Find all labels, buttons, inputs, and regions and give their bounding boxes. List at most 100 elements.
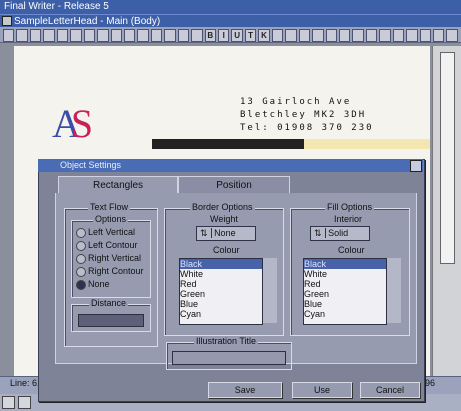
toolbar-button[interactable]: [298, 29, 311, 42]
text-flow-label: Text Flow: [88, 202, 131, 212]
text-button[interactable]: T: [244, 29, 257, 42]
border-colour-list[interactable]: Black White Red Green Blue Cyan: [179, 258, 263, 325]
weight-cycle-button[interactable]: ⇅ None: [196, 226, 256, 241]
kern-button[interactable]: K: [258, 29, 270, 42]
fill-colour-list[interactable]: Black White Red Green Blue Cyan: [303, 258, 387, 325]
toolbar-button[interactable]: [406, 29, 418, 42]
toolbar-button[interactable]: [312, 29, 324, 42]
toolbar-button[interactable]: [29, 29, 42, 42]
distance-label: Distance: [89, 298, 129, 308]
list-item[interactable]: Green: [180, 289, 262, 299]
italic-button[interactable]: I: [218, 29, 230, 42]
radio-left-contour[interactable]: Left Contour: [76, 239, 144, 252]
list-item[interactable]: Cyan: [180, 309, 262, 319]
radio-icon: [76, 227, 86, 238]
close-gadget-icon[interactable]: [2, 16, 12, 26]
border-options-label: Border Options: [190, 202, 255, 212]
border-list-scrollbar[interactable]: [262, 258, 277, 323]
decorative-bar: [304, 139, 430, 149]
address-line: Tel: 01908 370 230: [240, 123, 374, 133]
toolbar-button[interactable]: [164, 29, 176, 42]
toolbar-button[interactable]: [325, 29, 337, 42]
toolbar-button[interactable]: [97, 29, 109, 42]
toolbar-button[interactable]: [419, 29, 431, 42]
bold-button[interactable]: B: [204, 29, 216, 42]
app-title-bar[interactable]: Final Writer - Release 5: [0, 0, 461, 14]
toolbar-button[interactable]: [285, 29, 297, 42]
illustration-title-label: Illustration Title: [194, 336, 259, 346]
fill-colour-label: Colour: [336, 245, 367, 255]
tab-position[interactable]: Position: [178, 176, 290, 194]
document-title-bar[interactable]: SampleLetterHead - Main (Body): [0, 14, 461, 27]
address-line: Bletchley MK2 3DH: [240, 110, 367, 120]
list-item[interactable]: Blue: [180, 299, 262, 309]
logo-letter-s: S: [70, 101, 94, 146]
underline-button[interactable]: U: [231, 29, 243, 42]
toolbar-button[interactable]: [379, 29, 391, 42]
list-item[interactable]: Red: [180, 279, 262, 289]
radio-right-contour[interactable]: Right Contour: [76, 265, 144, 278]
document-title: SampleLetterHead - Main (Body): [14, 16, 161, 27]
save-button[interactable]: Save: [208, 382, 282, 398]
tab-rectangles[interactable]: Rectangles: [58, 176, 178, 194]
toolbar-button[interactable]: [177, 29, 190, 42]
toolbar-button[interactable]: [392, 29, 405, 42]
cycle-icon: ⇅: [197, 228, 212, 238]
list-item[interactable]: Black: [180, 259, 262, 269]
distance-field[interactable]: [78, 314, 144, 327]
toolbar-button[interactable]: [365, 29, 378, 42]
bottom-buttons: [2, 396, 31, 409]
fill-list-scrollbar[interactable]: [386, 258, 401, 323]
address-line: 13 Gairloch Ave: [240, 97, 352, 107]
toolbar-button[interactable]: [150, 29, 163, 42]
list-item[interactable]: Blue: [304, 299, 386, 309]
toolbar-button[interactable]: [3, 29, 15, 42]
cancel-button[interactable]: Cancel: [360, 382, 420, 398]
use-button[interactable]: Use: [292, 382, 352, 398]
arrow-left-icon[interactable]: [2, 396, 15, 409]
toolbar-button[interactable]: [110, 29, 122, 42]
toolbar-button[interactable]: [352, 29, 364, 42]
toolbar-button[interactable]: [83, 29, 96, 42]
address-block: 13 Gairloch Ave Bletchley MK2 3DH Tel: 0…: [240, 96, 374, 135]
dialog-depth-icon[interactable]: [410, 160, 422, 172]
toolbar-button[interactable]: [137, 29, 149, 42]
interior-cycle-button[interactable]: ⇅ Solid: [310, 226, 370, 241]
toolbar-button[interactable]: [446, 29, 458, 42]
radio-left-vertical[interactable]: Left Vertical: [76, 226, 144, 239]
toolbar-button[interactable]: [191, 29, 203, 42]
toolbar-button[interactable]: [70, 29, 82, 42]
toolbar-button[interactable]: [16, 29, 28, 42]
scrollbar-thumb[interactable]: [440, 52, 455, 264]
border-colour-label: Colour: [211, 245, 242, 255]
list-item[interactable]: Black: [304, 259, 386, 269]
toolbar-button[interactable]: [271, 29, 284, 42]
weight-label: Weight: [208, 214, 240, 224]
radio-icon: [76, 240, 86, 251]
fill-options-label: Fill Options: [325, 202, 375, 212]
status-value: 96: [425, 378, 436, 388]
radio-none[interactable]: None: [76, 278, 144, 291]
text-flow-options: Left Vertical Left Contour Right Vertica…: [76, 226, 144, 291]
toolbar-button[interactable]: [56, 29, 69, 42]
app-title: Final Writer - Release 5: [4, 1, 109, 12]
list-item[interactable]: Cyan: [304, 309, 386, 319]
cycle-icon: ⇅: [311, 228, 326, 238]
toolbar-button[interactable]: [43, 29, 55, 42]
toolbar-button[interactable]: [338, 29, 351, 42]
toolbar: B I U T K: [0, 27, 461, 43]
page-icon[interactable]: [18, 396, 31, 409]
company-logo: AS: [52, 100, 93, 147]
dialog-title-bar[interactable]: Object Settings: [38, 159, 423, 172]
toolbar-button[interactable]: [433, 29, 445, 42]
interior-label: Interior: [332, 214, 365, 224]
list-item[interactable]: White: [304, 269, 386, 279]
list-item[interactable]: Green: [304, 289, 386, 299]
toolbar-button[interactable]: [123, 29, 136, 42]
options-label: Options: [93, 214, 129, 224]
selected-rectangle[interactable]: [152, 139, 304, 149]
illustration-title-field[interactable]: [172, 351, 286, 365]
list-item[interactable]: Red: [304, 279, 386, 289]
list-item[interactable]: White: [180, 269, 262, 279]
radio-right-vertical[interactable]: Right Vertical: [76, 252, 144, 265]
